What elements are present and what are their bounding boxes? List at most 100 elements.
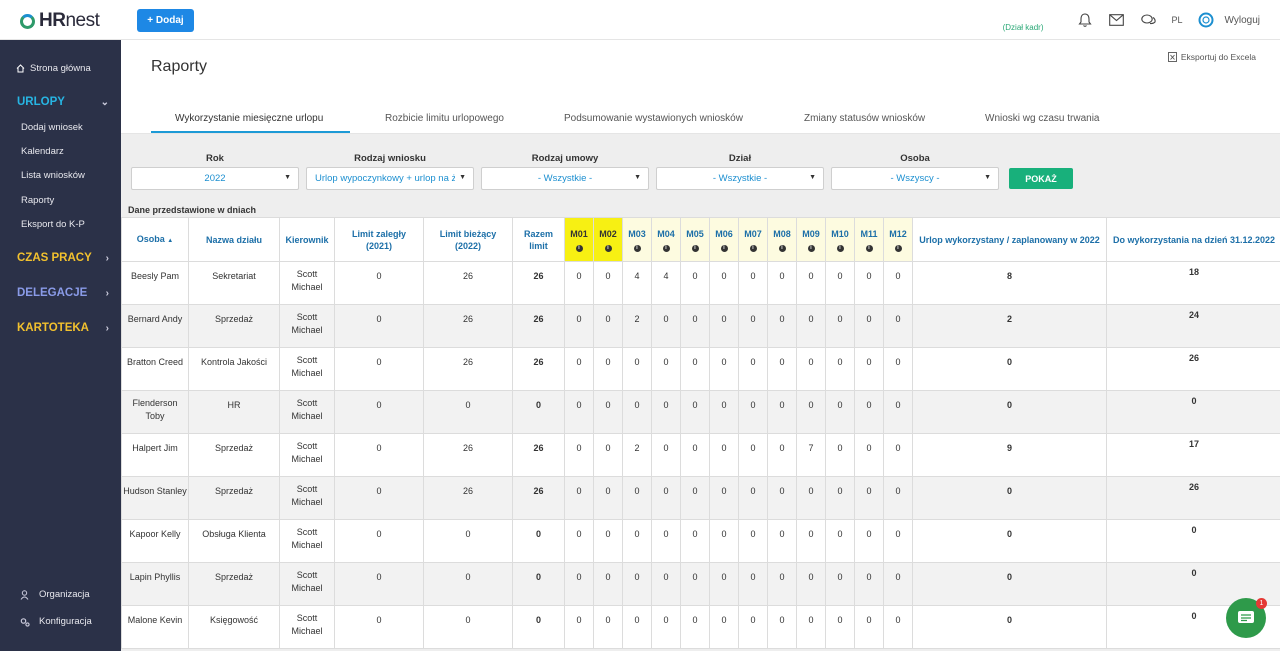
tab-zmiany-statusow[interactable]: Zmiany statusów wniosków bbox=[804, 113, 925, 124]
cell-do-wykorzystania: 26 bbox=[1106, 476, 1280, 520]
tab-wnioski-czas-trwania[interactable]: Wnioski wg czasu trwania bbox=[985, 113, 1099, 124]
col-month[interactable]: M10 i bbox=[825, 217, 855, 262]
limit-zalegly-value: 0 bbox=[376, 314, 382, 324]
col-month-label: M12 bbox=[889, 228, 907, 239]
info-icon[interactable]: i bbox=[575, 244, 583, 252]
col-osoba[interactable]: Osoba ▲ bbox=[121, 217, 189, 262]
logout-link[interactable]: Wyloguj bbox=[1225, 15, 1260, 26]
cell-wykorzystany: 0 bbox=[912, 605, 1107, 649]
filter-osoba-select[interactable]: - Wszyscy - ▼ bbox=[831, 167, 999, 190]
col-month-label: M11 bbox=[860, 228, 878, 239]
filter-dzial-select[interactable]: - Wszystkie - ▼ bbox=[656, 167, 824, 190]
cell-osoba: Malone Kevin bbox=[121, 605, 189, 649]
col-limit-biezacy[interactable]: Limit bieżący (2022) bbox=[423, 217, 513, 262]
cell-month: 0 bbox=[680, 519, 710, 563]
mail-icon[interactable] bbox=[1108, 11, 1126, 29]
info-icon[interactable]: i bbox=[662, 244, 670, 252]
cell-month: 0 bbox=[709, 304, 739, 348]
info-icon[interactable]: i bbox=[865, 244, 873, 252]
cell-month: 0 bbox=[651, 304, 681, 348]
info-icon[interactable]: i bbox=[604, 244, 612, 252]
col-month[interactable]: M11 i bbox=[854, 217, 884, 262]
report-table: Osoba ▲ Nazwa działu Kierownik Limit zal… bbox=[121, 217, 1280, 649]
col-wykorzystany[interactable]: Urlop wykorzystany / zaplanowany w 2022 bbox=[912, 217, 1107, 262]
tab-wykorzystanie-miesieczne[interactable]: Wykorzystanie miesięczne urlopu bbox=[175, 113, 323, 124]
limit-biezacy-value: 26 bbox=[462, 271, 473, 281]
sidebar-item-eksport[interactable]: Eksport do K-P bbox=[21, 219, 85, 230]
cell-month: 0 bbox=[593, 562, 623, 606]
cell-limit-zalegly: 0 bbox=[334, 519, 424, 563]
chat-bubbles-icon[interactable] bbox=[1140, 11, 1158, 29]
month-value: 0 bbox=[576, 529, 582, 539]
info-icon[interactable]: i bbox=[807, 244, 815, 252]
col-month[interactable]: M01 i bbox=[564, 217, 594, 262]
col-month[interactable]: M05 i bbox=[680, 217, 710, 262]
col-month[interactable]: M06 i bbox=[709, 217, 739, 262]
add-button[interactable]: + Dodaj bbox=[137, 9, 194, 32]
cell-month: 0 bbox=[883, 304, 913, 348]
table-row: Lapin Phyllis Sprzedaż Scott Michael 0 0 0 0 0 0 0… bbox=[121, 562, 1280, 606]
filter-rok-select[interactable]: 2022 ▼ bbox=[131, 167, 299, 190]
department-name: Obsługa Klienta bbox=[202, 529, 266, 539]
col-month[interactable]: M09 i bbox=[796, 217, 826, 262]
col-month[interactable]: M07 i bbox=[738, 217, 768, 262]
sidebar: Strona główna URLOPY ⌄ Dodaj wniosek Kal… bbox=[0, 40, 121, 651]
sidebar-item-raporty[interactable]: Raporty bbox=[21, 195, 54, 206]
info-icon[interactable]: i bbox=[691, 244, 699, 252]
cell-month: 0 bbox=[825, 433, 855, 477]
sidebar-section-delegacje[interactable]: DELEGACJE › bbox=[17, 287, 109, 299]
col-razem-limit[interactable]: Razem limit bbox=[512, 217, 565, 262]
cell-razem-limit: 26 bbox=[512, 476, 565, 520]
info-icon[interactable]: i bbox=[836, 244, 844, 252]
col-month[interactable]: M03 i bbox=[622, 217, 652, 262]
sidebar-section-czas-pracy[interactable]: CZAS PRACY › bbox=[17, 252, 109, 264]
do-wykorzystania-value: 0 bbox=[1191, 611, 1197, 621]
month-value: 0 bbox=[808, 529, 814, 539]
month-value: 4 bbox=[663, 271, 669, 281]
cell-month: 0 bbox=[564, 562, 594, 606]
col-month[interactable]: M04 i bbox=[651, 217, 681, 262]
info-icon[interactable]: i bbox=[894, 244, 902, 252]
cell-month: 0 bbox=[622, 390, 652, 434]
export-excel-link[interactable]: Eksportuj do Excela bbox=[1167, 52, 1256, 62]
cell-month: 2 bbox=[622, 433, 652, 477]
col-kierownik[interactable]: Kierownik bbox=[279, 217, 335, 262]
sidebar-item-organizacja[interactable]: Organizacja bbox=[20, 589, 90, 600]
manager-name-part: Scott bbox=[296, 570, 318, 580]
col-month[interactable]: M08 i bbox=[767, 217, 797, 262]
col-month[interactable]: M12 i bbox=[883, 217, 913, 262]
language-switch[interactable]: PL bbox=[1172, 15, 1183, 25]
cell-month: 0 bbox=[651, 476, 681, 520]
info-icon[interactable]: i bbox=[778, 244, 786, 252]
show-button[interactable]: POKAŻ bbox=[1009, 168, 1073, 189]
info-icon[interactable]: i bbox=[633, 244, 641, 252]
col-limit-zalegly[interactable]: Limit zaległy (2021) bbox=[334, 217, 424, 262]
tab-rozbicie-limitu[interactable]: Rozbicie limitu urlopowego bbox=[385, 113, 504, 124]
month-value: 0 bbox=[576, 357, 582, 367]
sidebar-item-kalendarz[interactable]: Kalendarz bbox=[21, 146, 64, 157]
col-do-wykorzystania[interactable]: Do wykorzystania na dzień 31.12.2022 bbox=[1106, 217, 1280, 262]
do-wykorzystania-value: 26 bbox=[1188, 482, 1199, 492]
month-value: 0 bbox=[692, 486, 698, 496]
filter-rodzaj-wniosku-select[interactable]: Urlop wypoczynkowy + urlop na żą ▼ bbox=[306, 167, 474, 190]
info-icon[interactable]: i bbox=[749, 244, 757, 252]
tab-podsumowanie-wnioskow[interactable]: Podsumowanie wystawionych wniosków bbox=[564, 113, 743, 124]
hrnest-logo[interactable]: HRnest bbox=[20, 10, 100, 32]
sidebar-item-lista-wnioskow[interactable]: Lista wniosków bbox=[21, 170, 85, 181]
bell-icon[interactable] bbox=[1076, 11, 1094, 29]
col-dzial[interactable]: Nazwa działu bbox=[188, 217, 280, 262]
filter-rodzaj-umowy-select[interactable]: - Wszystkie - ▼ bbox=[481, 167, 649, 190]
lifebuoy-icon[interactable] bbox=[1197, 11, 1215, 29]
sidebar-item-konfiguracja[interactable]: Konfiguracja bbox=[20, 616, 92, 627]
info-icon[interactable]: i bbox=[720, 244, 728, 252]
wykorzystany-value: 0 bbox=[1006, 400, 1012, 410]
person-name-part: Halpert Jim bbox=[132, 443, 178, 453]
sidebar-item-home[interactable]: Strona główna bbox=[16, 63, 91, 74]
sidebar-section-delegacje-label: DELEGACJE bbox=[17, 287, 88, 299]
role-label[interactable]: (Dział kadr) bbox=[1003, 23, 1044, 32]
col-month[interactable]: M02 i bbox=[593, 217, 623, 262]
sidebar-item-dodaj-wniosek[interactable]: Dodaj wniosek bbox=[21, 122, 83, 133]
wykorzystany-value: 2 bbox=[1006, 314, 1012, 324]
sidebar-section-urlopy[interactable]: URLOPY ⌄ bbox=[17, 96, 109, 108]
sidebar-section-kartoteka[interactable]: KARTOTEKA › bbox=[17, 322, 109, 334]
